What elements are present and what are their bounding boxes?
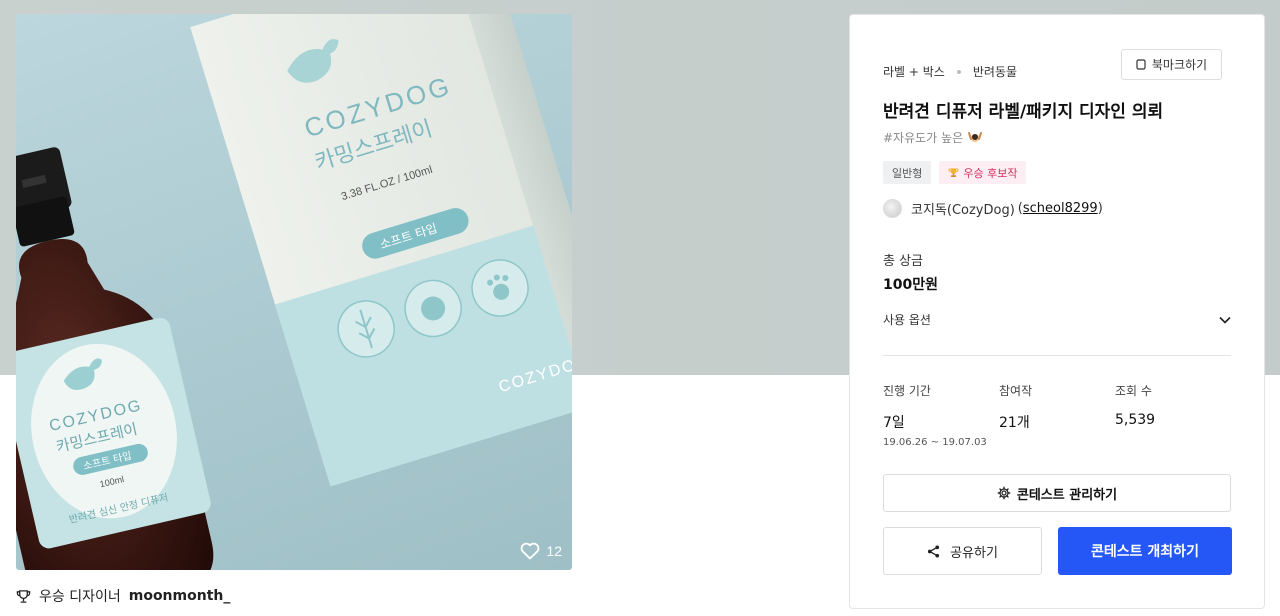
award-badge-label: 우승 후보작 bbox=[963, 166, 1018, 180]
contest-owner: 코지독(CozyDog) (scheol8299) bbox=[883, 199, 1103, 218]
contest-stats: 진행 기간 7일 19.06.26 ~ 19.07.03 참여작 21개 조회 … bbox=[883, 382, 1231, 448]
heart-icon bbox=[521, 542, 540, 560]
stat-label: 참여작 bbox=[999, 384, 1033, 398]
usage-options-label: 사용 옵션 bbox=[883, 313, 931, 327]
trophy-icon bbox=[948, 168, 959, 177]
manage-contest-button[interactable]: 콘테스트 관리하기 bbox=[883, 474, 1231, 512]
bookmark-button[interactable]: 북마크하기 bbox=[1121, 49, 1222, 80]
subcategory-link[interactable]: 반려동물 bbox=[973, 63, 1017, 80]
award-badge: 우승 후보작 bbox=[939, 161, 1027, 184]
contest-tag: #자유도가 높은 bbox=[883, 129, 983, 146]
like-count: 12 bbox=[546, 543, 562, 559]
usage-options-toggle[interactable]: 사용 옵션 bbox=[883, 311, 1231, 328]
gear-icon bbox=[997, 486, 1011, 500]
winner-info: 우승 디자이너 moonmonth_ bbox=[16, 586, 230, 606]
hands-up-emoji-icon bbox=[968, 131, 983, 142]
category-link[interactable]: 라벨 + 박스 bbox=[883, 63, 945, 80]
owner-avatar[interactable] bbox=[883, 199, 902, 218]
breadcrumb: 라벨 + 박스 반려동물 bbox=[883, 63, 1017, 80]
prize-label: 총 상금 bbox=[883, 254, 924, 269]
contest-type-badge: 일반형 bbox=[883, 161, 932, 184]
stat-value: 5,539 bbox=[1115, 412, 1156, 428]
trophy-icon bbox=[16, 589, 31, 603]
contest-hero-image[interactable]: COZYDOG 카밍스프레이 3.38 FL.OZ / 100ml 소프트 타입… bbox=[16, 14, 572, 570]
owner-id-link[interactable]: scheol8299 bbox=[1023, 201, 1098, 216]
share-button[interactable]: 공유하기 bbox=[883, 527, 1042, 575]
stat-label: 조회 수 bbox=[1115, 384, 1152, 398]
product-photo: COZYDOG 카밍스프레이 3.38 FL.OZ / 100ml 소프트 타입… bbox=[16, 14, 572, 570]
breadcrumb-separator bbox=[956, 69, 961, 74]
winner-prefix: 우승 디자이너 bbox=[39, 589, 121, 605]
chevron-down-icon bbox=[1219, 316, 1231, 324]
stat-label: 진행 기간 bbox=[883, 384, 931, 398]
contest-tag-text: #자유도가 높은 bbox=[883, 131, 964, 145]
share-label: 공유하기 bbox=[950, 545, 998, 561]
stat-value: 21개 bbox=[999, 415, 1030, 431]
badge-group: 일반형 우승 후보작 bbox=[883, 161, 1027, 184]
bookmark-label: 북마크하기 bbox=[1151, 58, 1208, 72]
stat-date-range: 19.06.26 ~ 19.07.03 bbox=[883, 437, 987, 448]
host-contest-label: 콘테스트 개최하기 bbox=[1091, 544, 1199, 560]
stat-duration: 진행 기간 7일 19.06.26 ~ 19.07.03 bbox=[883, 382, 999, 448]
owner-id-wrap: (scheol8299) bbox=[1017, 201, 1103, 216]
host-contest-button[interactable]: 콘테스트 개최하기 bbox=[1058, 527, 1232, 575]
share-icon bbox=[928, 544, 940, 558]
divider bbox=[883, 355, 1231, 356]
manage-contest-label: 콘테스트 관리하기 bbox=[1016, 487, 1118, 503]
owner-name: 코지독(CozyDog) bbox=[911, 203, 1015, 218]
stat-value: 7일 bbox=[883, 415, 905, 431]
bookmark-icon bbox=[1136, 59, 1146, 70]
prize-value: 100만원 bbox=[883, 277, 938, 293]
contest-title: 반려견 디퓨저 라벨/패키지 디자인 의뢰 bbox=[883, 102, 1164, 122]
stat-entries: 참여작 21개 bbox=[999, 382, 1115, 448]
stat-views: 조회 수 5,539 bbox=[1115, 382, 1231, 448]
like-button[interactable]: 12 bbox=[520, 542, 562, 560]
winner-name[interactable]: moonmonth_ bbox=[129, 588, 231, 604]
contest-info-panel: 라벨 + 박스 반려동물 북마크하기 반려견 디퓨저 라벨/패키지 디자인 의뢰… bbox=[849, 14, 1265, 609]
